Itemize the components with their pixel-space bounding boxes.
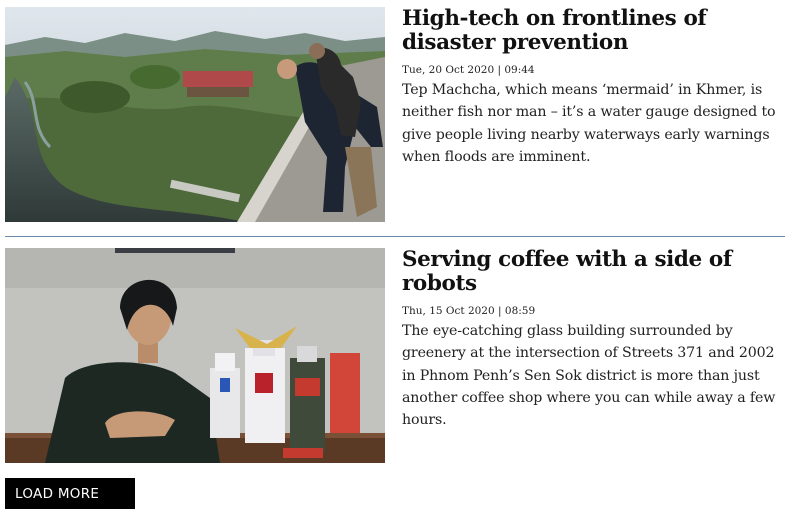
article-thumbnail-river-bridge[interactable] [5, 7, 385, 222]
article-text: High-tech on frontlines of disaster prev… [402, 7, 787, 168]
article-text: Serving coffee with a side of robots Thu… [402, 248, 787, 431]
article-excerpt: The eye-catching glass building surround… [402, 323, 776, 429]
robots-photo [5, 248, 385, 463]
river-bridge-photo [5, 7, 385, 222]
article-divider [5, 236, 785, 237]
article-card: Serving coffee with a side of robots Thu… [5, 248, 785, 463]
load-more-button[interactable]: LOAD MORE [5, 478, 135, 509]
article-headline[interactable]: Serving coffee with a side of robots [402, 248, 787, 296]
article-card: High-tech on frontlines of disaster prev… [5, 7, 785, 222]
article-thumbnail-robots[interactable] [5, 248, 385, 463]
article-timestamp: Tue, 20 Oct 2020 | 09:44 [402, 64, 535, 76]
article-timestamp: Thu, 15 Oct 2020 | 08:59 [402, 305, 536, 317]
article-excerpt: Tep Machcha, which means ‘mermaid’ in Kh… [402, 82, 776, 165]
article-headline[interactable]: High-tech on frontlines of disaster prev… [402, 7, 787, 55]
